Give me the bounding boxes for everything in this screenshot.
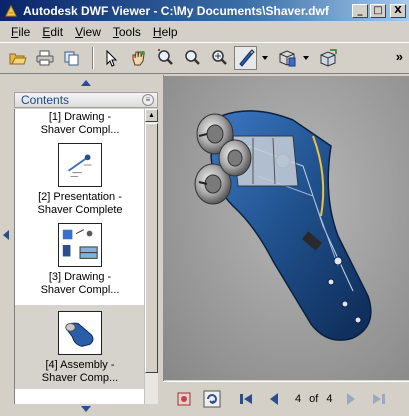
assembly-thumbnail-icon [58,311,102,355]
list-item[interactable]: [2] Presentation - Shaver Complete [15,143,144,217]
scrollbar-thumb[interactable] [145,123,158,373]
model-viewport[interactable] [163,76,409,380]
list-item-selected[interactable]: [4] Assembly - Shaver Comp... [15,305,144,389]
menu-help[interactable]: Help [148,25,183,39]
item-label-line1: [2] Presentation - [38,191,122,203]
contents-scrollbar[interactable]: ▲ [144,109,158,404]
item-label-line2: Shaver Compl... [40,124,120,136]
item-label-line1: [4] Assembly - [45,359,115,371]
select-icon[interactable] [99,46,122,70]
previous-page-icon[interactable] [263,388,285,410]
drawing-thumbnail-icon [58,143,102,187]
collapse-panel-icon[interactable] [3,230,9,240]
zoom-icon[interactable] [153,46,176,70]
item-label-line2: Shaver Complete [37,204,123,216]
page-navigation-bar: 4 of 4 [163,381,409,416]
menu-view[interactable]: View [70,25,106,39]
publish-icon[interactable] [316,46,339,70]
fit-icon[interactable] [207,46,230,70]
model-view-dropdown-icon[interactable] [302,46,310,70]
contents-panel: Contents ≡ [1] Drawing - Shaver Compl...… [12,76,160,416]
title-bar: Autodesk DWF Viewer - C:\My Documents\Sh… [0,0,409,21]
contents-title: Contents [21,93,70,107]
next-page-icon[interactable] [340,388,362,410]
maximize-button[interactable]: □ [370,3,386,18]
list-item[interactable]: [1] Drawing - Shaver Compl... [15,111,144,137]
item-label-line2: Shaver Comp... [41,372,119,384]
first-page-icon[interactable] [235,388,257,410]
copy-icon[interactable] [60,46,83,70]
refresh-icon[interactable] [201,388,223,410]
open-icon[interactable] [6,46,29,70]
sheet-thumbnail-icon [58,223,102,267]
print-icon[interactable] [33,46,56,70]
item-label-line1: [1] Drawing - [48,111,112,123]
item-label-line1: [3] Drawing - [48,271,112,283]
stop-icon[interactable] [173,388,195,410]
app-icon[interactable] [3,3,19,19]
menu-edit[interactable]: Edit [37,25,68,39]
menu-tools[interactable]: Tools [108,25,146,39]
markup-icon[interactable] [234,46,257,70]
minimize-button[interactable]: _ [352,3,368,18]
page-of-label: of [309,393,319,405]
panel-scroll-down-icon[interactable] [12,402,160,416]
toolbar-separator [92,47,94,69]
toolbar: » [0,42,409,74]
contents-list[interactable]: [1] Drawing - Shaver Compl... [2] Presen… [14,109,144,404]
total-pages: 4 [326,393,333,405]
current-page[interactable]: 4 [295,393,301,405]
window-title: Autodesk DWF Viewer - C:\My Documents\Sh… [23,3,329,18]
item-label-line2: Shaver Compl... [40,284,120,296]
collapse-icon[interactable]: ≡ [142,94,154,106]
panel-scroll-up-icon[interactable] [12,76,160,90]
last-page-icon[interactable] [368,388,390,410]
menu-file[interactable]: File [6,25,35,39]
markup-dropdown-icon[interactable] [261,46,269,70]
shaver-model [194,110,372,341]
scroll-up-icon[interactable]: ▲ [145,109,158,122]
zoom-rectangle-icon[interactable] [180,46,203,70]
toolbar-more-icon[interactable]: » [396,49,403,64]
list-item[interactable]: [3] Drawing - Shaver Compl... [15,223,144,297]
close-button[interactable]: X [390,3,406,18]
contents-header[interactable]: Contents ≡ [14,92,158,108]
model-view-icon[interactable] [275,46,298,70]
pan-icon[interactable] [126,46,149,70]
menu-bar: File Edit View Tools Help [0,22,409,41]
